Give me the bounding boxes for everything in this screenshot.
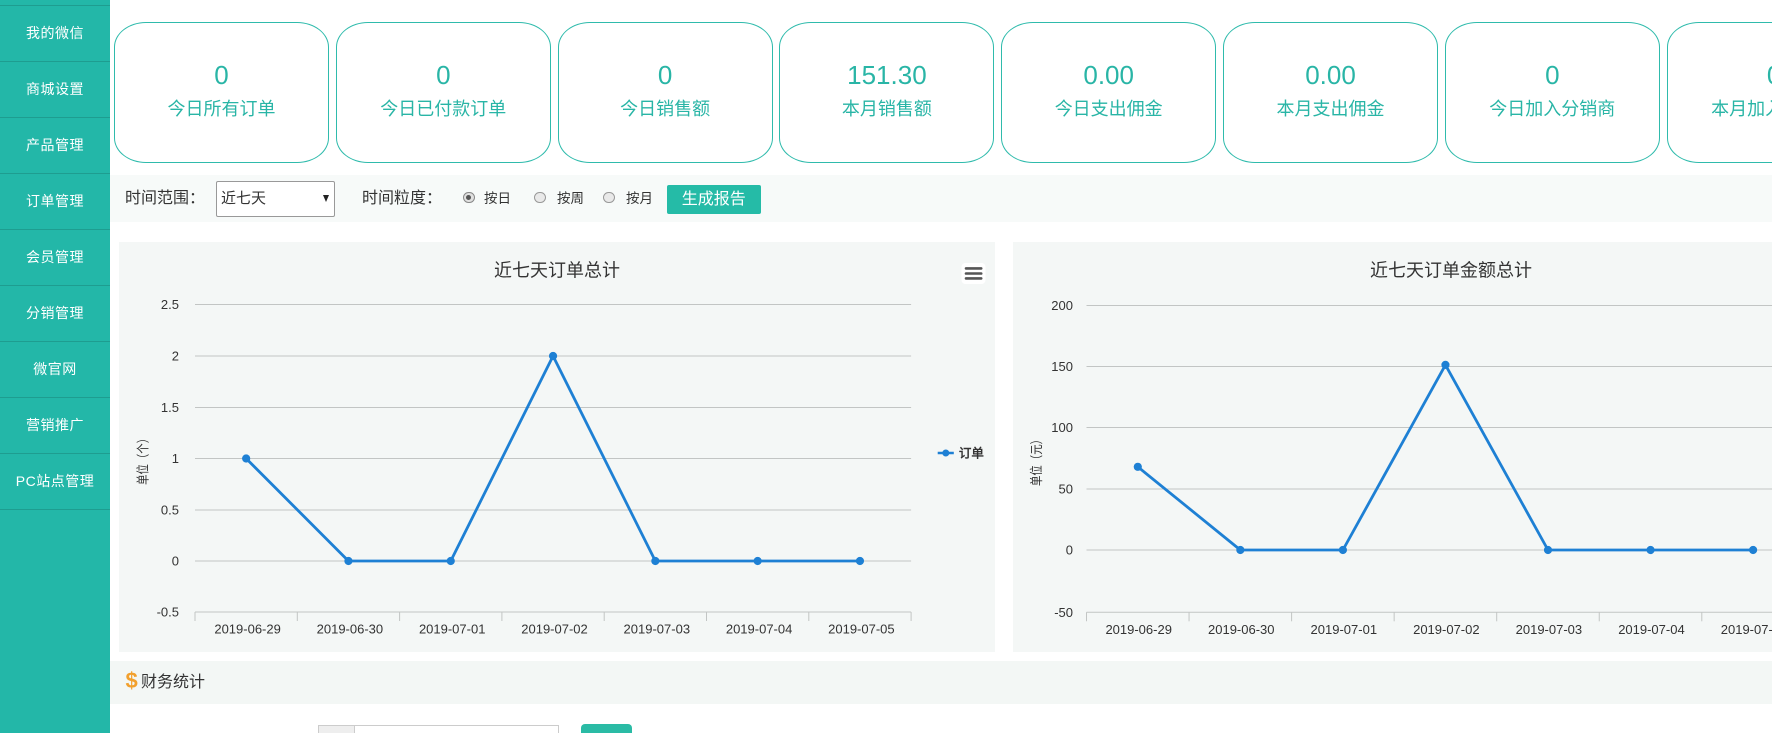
svg-text:2019-07-04: 2019-07-04 — [1618, 622, 1685, 637]
svg-text:2019-06-29: 2019-06-29 — [1105, 622, 1172, 637]
svg-text:2019-07-05: 2019-07-05 — [1721, 622, 1772, 637]
svg-text:0: 0 — [172, 554, 179, 569]
svg-text:2019-07-05: 2019-07-05 — [828, 622, 895, 637]
svg-text:2019-06-30: 2019-06-30 — [1208, 622, 1275, 637]
svg-text:1: 1 — [172, 451, 179, 466]
svg-text:0: 0 — [1066, 543, 1073, 558]
svg-text:2019-07-04: 2019-07-04 — [726, 622, 793, 637]
svg-text:2019-06-29: 2019-06-29 — [214, 622, 281, 637]
svg-text:2019-06-30: 2019-06-30 — [317, 622, 384, 637]
svg-text:2019-07-01: 2019-07-01 — [419, 622, 486, 637]
svg-text:2019-07-03: 2019-07-03 — [1516, 622, 1583, 637]
svg-text:-0.5: -0.5 — [157, 605, 179, 620]
svg-text:单位（个）: 单位（个） — [135, 433, 150, 485]
svg-text:近七天订单金额总计: 近七天订单金额总计 — [1370, 261, 1532, 281]
svg-text:2019-07-02: 2019-07-02 — [1413, 622, 1480, 637]
svg-text:2.5: 2.5 — [161, 297, 179, 312]
svg-text:150: 150 — [1051, 359, 1073, 374]
svg-text:100: 100 — [1051, 420, 1073, 435]
svg-text:订单: 订单 — [959, 446, 985, 461]
svg-text:2019-07-01: 2019-07-01 — [1311, 622, 1378, 637]
svg-text:-50: -50 — [1054, 605, 1073, 620]
svg-text:近七天订单总计: 近七天订单总计 — [494, 261, 620, 281]
svg-text:2019-07-03: 2019-07-03 — [624, 622, 691, 637]
svg-text:单位（元）: 单位（元） — [1029, 434, 1044, 486]
svg-text:0.5: 0.5 — [161, 503, 179, 518]
svg-text:2: 2 — [172, 349, 179, 364]
svg-text:1.5: 1.5 — [161, 400, 179, 415]
svg-text:2019-07-02: 2019-07-02 — [521, 622, 588, 637]
svg-text:200: 200 — [1051, 298, 1073, 313]
svg-text:50: 50 — [1059, 482, 1073, 497]
